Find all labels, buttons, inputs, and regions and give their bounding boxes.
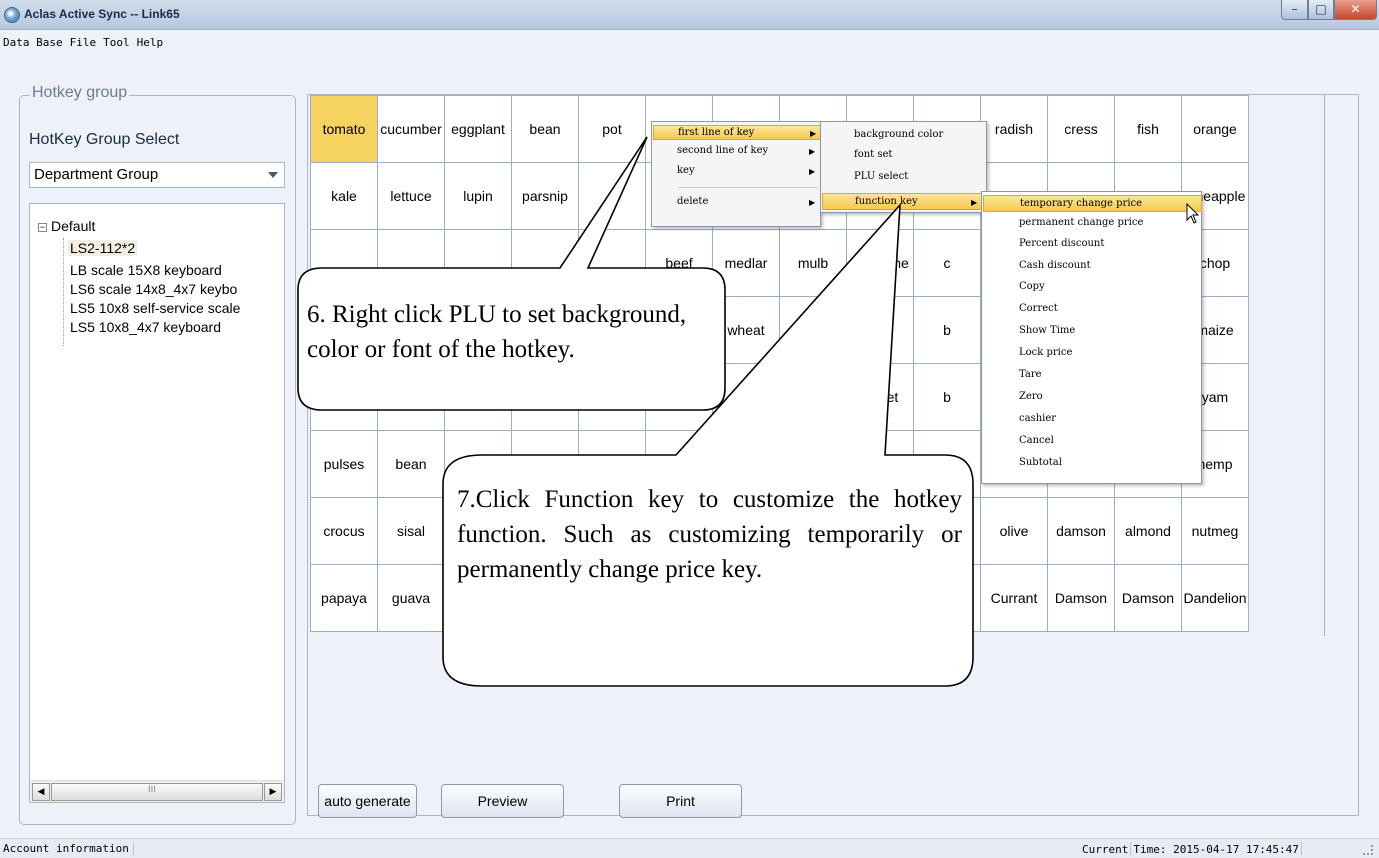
- status-bar: Account information Current Time: 2015-04…: [0, 838, 1379, 858]
- resize-grip-icon[interactable]: [1363, 845, 1373, 855]
- status-separator: [1300, 842, 1302, 855]
- callout-6-balloon: [297, 136, 726, 411]
- status-time: Current Time: 2015-04-17 17:45:47: [1082, 842, 1304, 856]
- callout-balloons: [297, 136, 974, 687]
- status-time-value: Time: 2015-04-17 17:45:47: [1133, 843, 1299, 856]
- status-current-label: Current: [1082, 843, 1129, 856]
- callout-7-text: 7.Click Function key to customize the ho…: [457, 486, 962, 583]
- status-account-info: Account information: [3, 842, 134, 855]
- callout-6-text: 6. Right click PLU to set background, co…: [307, 301, 687, 363]
- status-separator: [1130, 842, 1132, 855]
